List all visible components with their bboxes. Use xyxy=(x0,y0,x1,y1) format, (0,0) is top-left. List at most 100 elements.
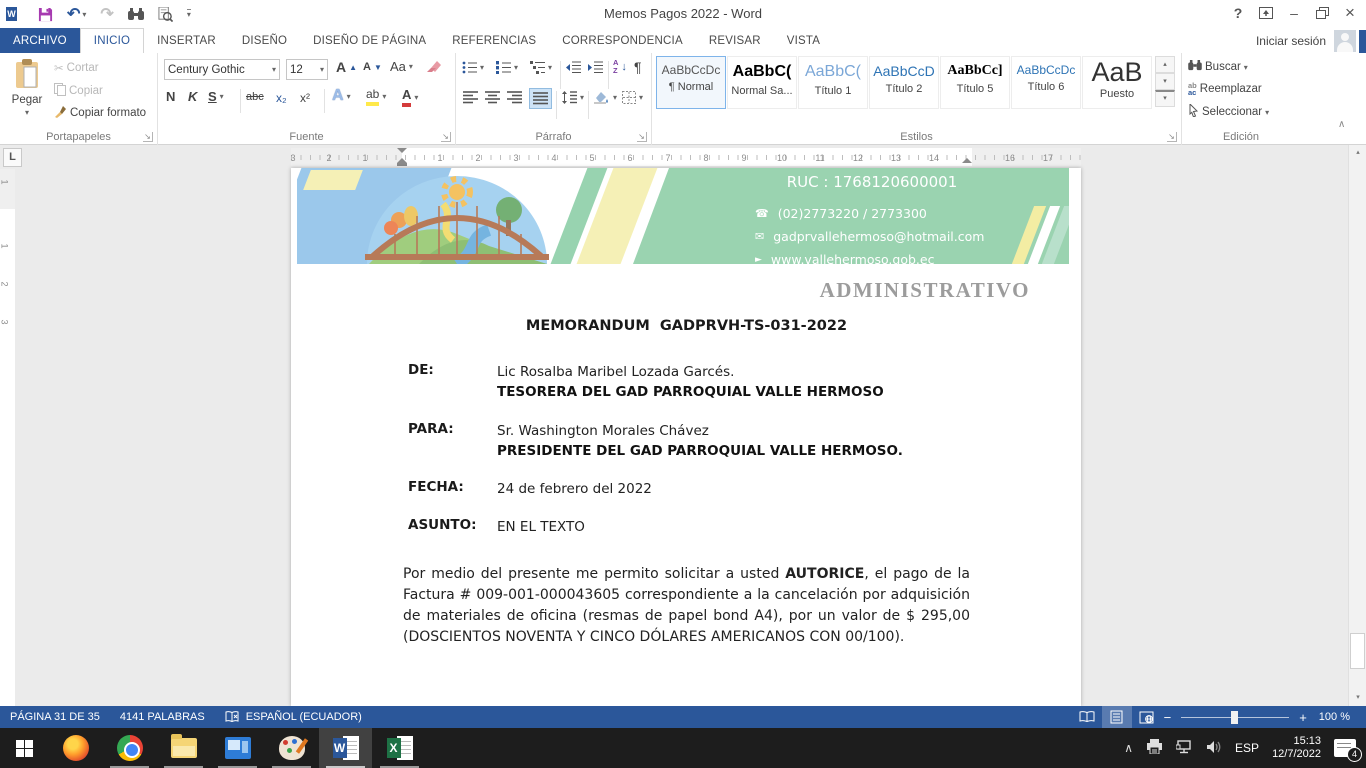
shrink-font-button[interactable]: A▼ xyxy=(363,61,382,73)
page-indicator[interactable]: PÁGINA 31 DE 35 xyxy=(0,706,110,728)
bullets-button[interactable]: ▾ xyxy=(462,61,484,74)
vertical-scrollbar[interactable]: ▴ ▾ xyxy=(1348,145,1366,706)
avatar[interactable] xyxy=(1334,30,1356,52)
styles-scroll-up-icon[interactable]: ▴ xyxy=(1155,56,1175,73)
minimize-icon[interactable]: – xyxy=(1280,0,1308,26)
font-color-button[interactable]: A▾ xyxy=(402,87,418,107)
start-button[interactable] xyxy=(0,728,48,768)
style-titulo-2[interactable]: AaBbCcD Título 2 xyxy=(869,56,939,109)
italic-button[interactable]: K xyxy=(188,89,197,104)
document-page[interactable]: RUC : 1768120600001 ☎ (02)2773220 / 2773… xyxy=(291,168,1081,706)
web-layout-view-icon[interactable] xyxy=(1132,706,1162,728)
zoom-level[interactable]: 100 % xyxy=(1309,706,1360,728)
horizontal-ruler[interactable]: 3 2 1 1 2 3 4 5 6 7 8 9 10 11 12 13 14 1… xyxy=(0,146,1348,168)
align-center-button[interactable] xyxy=(485,91,500,104)
vertical-ruler[interactable]: 1 1 2 3 xyxy=(0,169,15,706)
align-left-button[interactable] xyxy=(463,91,478,104)
style-puesto[interactable]: AaB Puesto xyxy=(1082,56,1152,109)
paste-button[interactable]: Pegar ▾ xyxy=(8,59,46,117)
bold-button[interactable]: N xyxy=(166,89,175,104)
action-center-icon[interactable]: 4 xyxy=(1334,739,1356,757)
tab-insertar[interactable]: INSERTAR xyxy=(144,28,229,53)
font-size-select[interactable]: 12 ▾ xyxy=(286,59,328,80)
zoom-slider-thumb[interactable] xyxy=(1231,711,1238,724)
help-icon[interactable]: ? xyxy=(1224,0,1252,26)
sign-in[interactable]: Iniciar sesión xyxy=(1256,30,1356,52)
font-family-dropdown-icon[interactable]: ▾ xyxy=(272,65,276,74)
change-case-button[interactable]: Aa▾ xyxy=(390,59,413,74)
highlight-button[interactable]: ab▾ xyxy=(366,87,386,106)
style-titulo-1[interactable]: AaBbC( Título 1 xyxy=(798,56,868,109)
style-titulo-5[interactable]: AaBbCc] Título 5 xyxy=(940,56,1010,109)
printer-icon[interactable] xyxy=(1146,739,1163,757)
styles-gallery-expand-icon[interactable]: ▾ xyxy=(1155,90,1175,107)
tab-referencias[interactable]: REFERENCIAS xyxy=(439,28,549,53)
zoom-in-icon[interactable]: + xyxy=(1297,710,1309,725)
text-effects-button[interactable]: A▾ xyxy=(332,87,351,105)
collapse-ribbon-icon[interactable]: ∧ xyxy=(1338,119,1345,130)
tab-correspondencia[interactable]: CORRESPONDENCIA xyxy=(549,28,696,53)
word-count[interactable]: 4141 PALABRAS xyxy=(110,706,215,728)
borders-button[interactable]: ▾ xyxy=(622,91,643,104)
scroll-up-icon[interactable]: ▴ xyxy=(1349,145,1366,161)
taskbar-clock[interactable]: 15:13 12/7/2022 xyxy=(1272,735,1321,761)
styles-dialog-launcher-icon[interactable]: ↘ xyxy=(1167,132,1177,142)
taskbar-blue-app[interactable] xyxy=(211,728,264,768)
numbering-button[interactable]: ▾ xyxy=(496,61,518,74)
sort-button[interactable]: AZ ↓ xyxy=(613,59,627,75)
keyboard-language[interactable]: ESP xyxy=(1235,741,1259,755)
tab-diseno[interactable]: DISEÑO xyxy=(229,28,300,53)
scrollbar-thumb[interactable] xyxy=(1350,633,1365,669)
proofing-status[interactable]: ESPAÑOL (ECUADOR) xyxy=(215,706,372,728)
align-right-button[interactable] xyxy=(507,91,522,104)
font-family-select[interactable]: Century Gothic ▾ xyxy=(164,59,280,80)
clipboard-dialog-launcher-icon[interactable]: ↘ xyxy=(143,132,153,142)
styles-scroll-down-icon[interactable]: ▾ xyxy=(1155,73,1175,90)
style-titulo-6[interactable]: AaBbCcDc Título 6 xyxy=(1011,56,1081,109)
select-button[interactable]: Seleccionar ▾ xyxy=(1188,104,1269,120)
underline-button[interactable]: S▾ xyxy=(208,89,224,104)
tab-inicio[interactable]: INICIO xyxy=(80,28,144,53)
font-size-dropdown-icon[interactable]: ▾ xyxy=(320,65,324,74)
paragraph-dialog-launcher-icon[interactable]: ↘ xyxy=(637,132,647,142)
tab-revisar[interactable]: REVISAR xyxy=(696,28,774,53)
increase-indent-button[interactable] xyxy=(588,61,603,74)
style-normal[interactable]: AaBbCcDc ¶ Normal xyxy=(656,56,726,109)
multilevel-list-button[interactable]: ▾ xyxy=(530,61,552,74)
hidden-icons-chevron[interactable]: ∧ xyxy=(1124,741,1133,755)
format-painter-button[interactable]: Copiar formato xyxy=(54,105,146,121)
font-dialog-launcher-icon[interactable]: ↘ xyxy=(441,132,451,142)
paste-dropdown-icon[interactable]: ▾ xyxy=(25,108,29,117)
strikethrough-button[interactable]: abc xyxy=(246,91,264,103)
style-normal-sa[interactable]: AaBbC( Normal Sa... xyxy=(727,56,797,109)
first-line-indent-marker[interactable] xyxy=(397,148,407,153)
left-indent-marker[interactable] xyxy=(397,163,407,166)
replace-button[interactable]: ab ac Reemplazar xyxy=(1188,82,1262,96)
read-mode-view-icon[interactable] xyxy=(1072,706,1102,728)
tab-vista[interactable]: VISTA xyxy=(774,28,833,53)
zoom-out-icon[interactable]: − xyxy=(1162,710,1174,725)
ribbon-display-options-icon[interactable] xyxy=(1252,0,1280,26)
scroll-down-icon[interactable]: ▾ xyxy=(1349,690,1366,706)
close-icon[interactable]: × xyxy=(1336,0,1364,26)
tab-archivo[interactable]: ARCHIVO xyxy=(0,28,80,53)
shading-button[interactable]: ▾ xyxy=(594,91,617,104)
volume-icon[interactable] xyxy=(1206,740,1222,757)
zoom-slider[interactable] xyxy=(1181,717,1289,718)
taskbar-word[interactable]: W xyxy=(319,728,372,768)
taskbar-firefox[interactable] xyxy=(49,728,102,768)
right-indent-marker[interactable] xyxy=(962,158,972,163)
taskbar-paint[interactable] xyxy=(265,728,318,768)
find-button[interactable]: Buscar ▾ xyxy=(1188,60,1248,74)
subscript-button[interactable]: x₂ xyxy=(276,91,287,105)
decrease-indent-button[interactable] xyxy=(566,61,581,74)
taskbar-excel[interactable]: X xyxy=(373,728,426,768)
tab-selector[interactable]: L xyxy=(3,148,22,167)
line-spacing-button[interactable]: ▾ xyxy=(562,91,584,104)
print-layout-view-icon[interactable] xyxy=(1102,706,1132,728)
show-marks-button[interactable]: ¶ xyxy=(634,59,642,75)
clear-formatting-button[interactable] xyxy=(426,59,442,76)
superscript-button[interactable]: x² xyxy=(300,91,310,105)
justify-button[interactable] xyxy=(529,88,552,109)
taskbar-file-explorer[interactable] xyxy=(157,728,210,768)
